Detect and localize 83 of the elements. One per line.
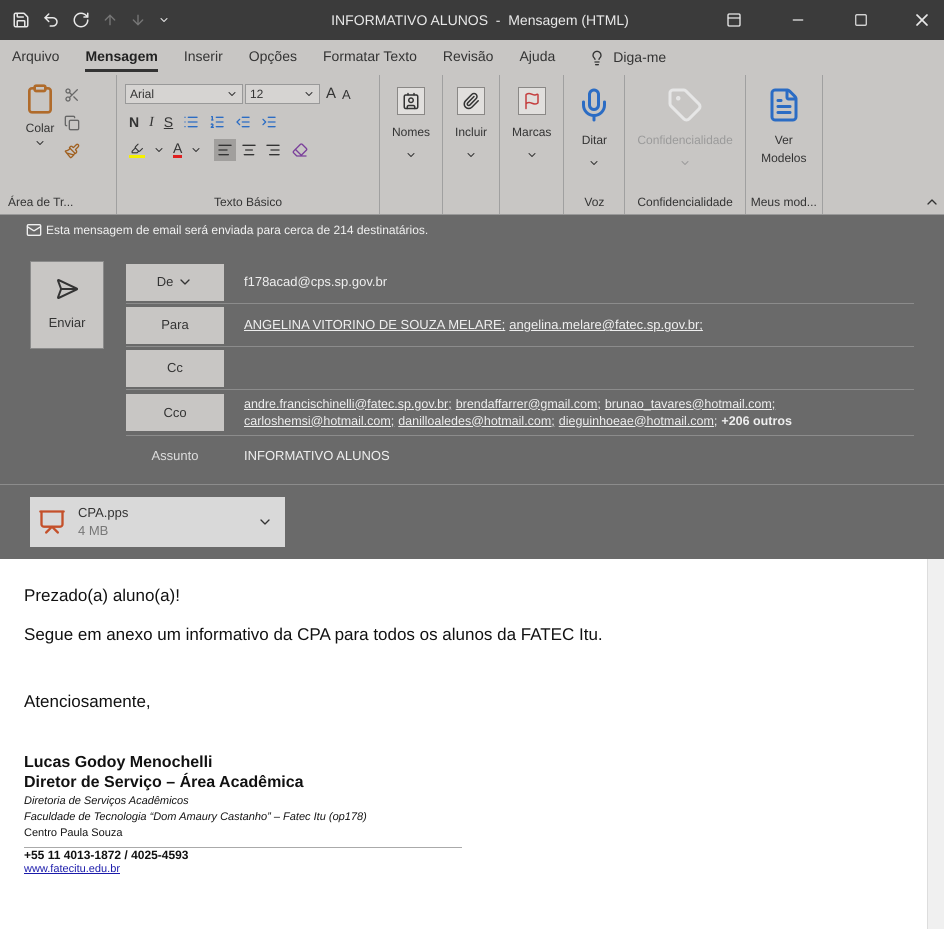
cut-icon[interactable] bbox=[64, 87, 80, 103]
recipient-link[interactable]: ANGELINA VITORINO DE SOUZA MELARE; bbox=[244, 315, 506, 335]
format-painter-icon[interactable] bbox=[64, 143, 80, 159]
signature-line: Faculdade de Tecnologia “Dom Amaury Castanho” – Fatec Itu (op178) bbox=[24, 810, 368, 824]
save-icon[interactable] bbox=[12, 11, 30, 29]
signature-line: Diretoria de Serviços Acadêmicos bbox=[24, 794, 190, 808]
ribbon-tab[interactable]: Mensagem bbox=[85, 44, 158, 72]
website-link[interactable]: www.fatecitu.edu.br bbox=[24, 862, 120, 876]
slideshow-file-icon bbox=[38, 508, 66, 536]
cc-button[interactable]: Cc bbox=[126, 350, 224, 386]
align-icon bbox=[241, 142, 258, 158]
signature-phone: +55 11 4013-1872 / 4025-4593 bbox=[24, 848, 190, 862]
align-button[interactable] bbox=[214, 138, 236, 160]
recipient-link[interactable]: andre.francischinelli@fatec.sp.gov.br; bbox=[244, 396, 452, 412]
increase-indent-icon[interactable] bbox=[261, 114, 278, 130]
ribbon-tab[interactable]: Opções bbox=[248, 44, 297, 72]
maximize-icon[interactable] bbox=[854, 13, 868, 27]
group-label: Confidencialidade bbox=[636, 194, 734, 211]
to-button[interactable]: Para bbox=[126, 306, 224, 344]
align-icon bbox=[217, 142, 234, 158]
group-label: Voz bbox=[583, 194, 606, 211]
signature-name: Lucas Godoy Menochelli bbox=[24, 752, 214, 772]
ribbon-button[interactable]: Ditar bbox=[564, 75, 624, 190]
subject-field[interactable]: INFORMATIVO ALUNOS bbox=[244, 446, 390, 466]
send-icon bbox=[55, 277, 79, 302]
ribbon-tab[interactable]: Formatar Texto bbox=[322, 44, 417, 72]
subject-label: Assunto bbox=[150, 447, 200, 466]
recipient-link[interactable]: dieguinhoeae@hotmail.com; bbox=[558, 412, 718, 430]
tell-me-field[interactable]: Diga-me bbox=[613, 47, 666, 68]
bold-button[interactable]: N bbox=[129, 112, 140, 132]
italic-button[interactable]: I bbox=[149, 112, 154, 132]
tag-icon bbox=[667, 87, 704, 123]
more-recipients[interactable]: +206 outros bbox=[721, 412, 792, 430]
signature-role: Diretor de Serviço – Área Acadêmica bbox=[24, 772, 305, 792]
ribbon-button[interactable]: Nomes bbox=[380, 75, 442, 190]
group-label: Meus mod... bbox=[750, 194, 818, 211]
font-size-dropdown[interactable]: 12 bbox=[245, 84, 320, 104]
decrease-indent-icon[interactable] bbox=[235, 114, 252, 130]
recipient-link[interactable]: carloshemsi@hotmail.com; bbox=[244, 412, 394, 430]
undo-icon[interactable] bbox=[42, 11, 60, 29]
grow-font-button[interactable]: A bbox=[326, 83, 336, 106]
ribbon-button[interactable]: Ver Modelos bbox=[746, 75, 822, 190]
font-family-dropdown[interactable]: Arial bbox=[125, 84, 243, 104]
ribbon-tab[interactable]: Inserir bbox=[184, 44, 223, 72]
group-label: Texto Básico bbox=[212, 194, 284, 211]
signature-line: Centro Paula Souza bbox=[24, 826, 124, 840]
recipient-link[interactable]: angelina.melare@fatec.sp.gov.br; bbox=[509, 315, 703, 335]
group-label: Área de Tr... bbox=[7, 194, 74, 211]
body-paragraph: Atenciosamente, bbox=[24, 691, 152, 713]
ribbon-tab[interactable]: Ajuda bbox=[519, 44, 556, 72]
highlighter-icon[interactable] bbox=[129, 142, 145, 158]
ribbon-tab[interactable]: Revisão bbox=[442, 44, 494, 72]
bullets-icon[interactable] bbox=[183, 114, 200, 130]
send-button[interactable]: Enviar bbox=[30, 261, 104, 349]
shrink-font-button[interactable]: A bbox=[342, 84, 351, 104]
from-button[interactable]: De bbox=[126, 264, 224, 300]
font-color-button[interactable]: A bbox=[173, 141, 182, 158]
info-message: Esta mensagem de email será enviada para cerca de 214 destinatários. bbox=[46, 222, 428, 239]
align-icon bbox=[265, 142, 282, 158]
body-paragraph: Segue em anexo um informativo da CPA para todos os alunos da FATEC Itu. bbox=[24, 624, 604, 646]
paste-button[interactable]: Colar bbox=[24, 83, 56, 190]
mail-info-icon bbox=[26, 222, 42, 238]
clear-formatting-icon[interactable] bbox=[292, 142, 308, 158]
body-paragraph: Prezado(a) aluno(a)! bbox=[24, 585, 181, 607]
recipient-link[interactable]: brendaffarrer@gmail.com; bbox=[456, 396, 601, 412]
down-arrow-icon[interactable] bbox=[130, 12, 146, 28]
contact-card-icon bbox=[397, 87, 425, 115]
paperclip-icon bbox=[457, 87, 486, 115]
attachment-chip[interactable]: CPA.pps 4 MB bbox=[30, 497, 285, 547]
window-title: INFORMATIVO ALUNOS - Mensagem (HTML) bbox=[331, 10, 629, 30]
recipient-link[interactable]: brunao_tavares@hotmail.com; bbox=[604, 396, 776, 412]
ribbon-tab[interactable]: Arquivo bbox=[12, 44, 60, 72]
recipient-link[interactable]: danilloaledes@hotmail.com; bbox=[398, 412, 555, 430]
ribbon-button[interactable]: Incluir bbox=[443, 75, 500, 190]
redo-icon[interactable] bbox=[72, 11, 90, 29]
numbering-icon[interactable] bbox=[209, 114, 226, 130]
copy-icon[interactable] bbox=[64, 115, 80, 131]
ribbon-display-icon[interactable] bbox=[726, 12, 742, 28]
bcc-button[interactable]: Cco bbox=[126, 394, 224, 431]
ribbon-button[interactable]: Marcas bbox=[500, 75, 564, 190]
underline-button[interactable]: S bbox=[164, 112, 174, 132]
flag-icon bbox=[518, 87, 546, 115]
from-address: f178acad@cps.sp.gov.br bbox=[244, 273, 388, 292]
